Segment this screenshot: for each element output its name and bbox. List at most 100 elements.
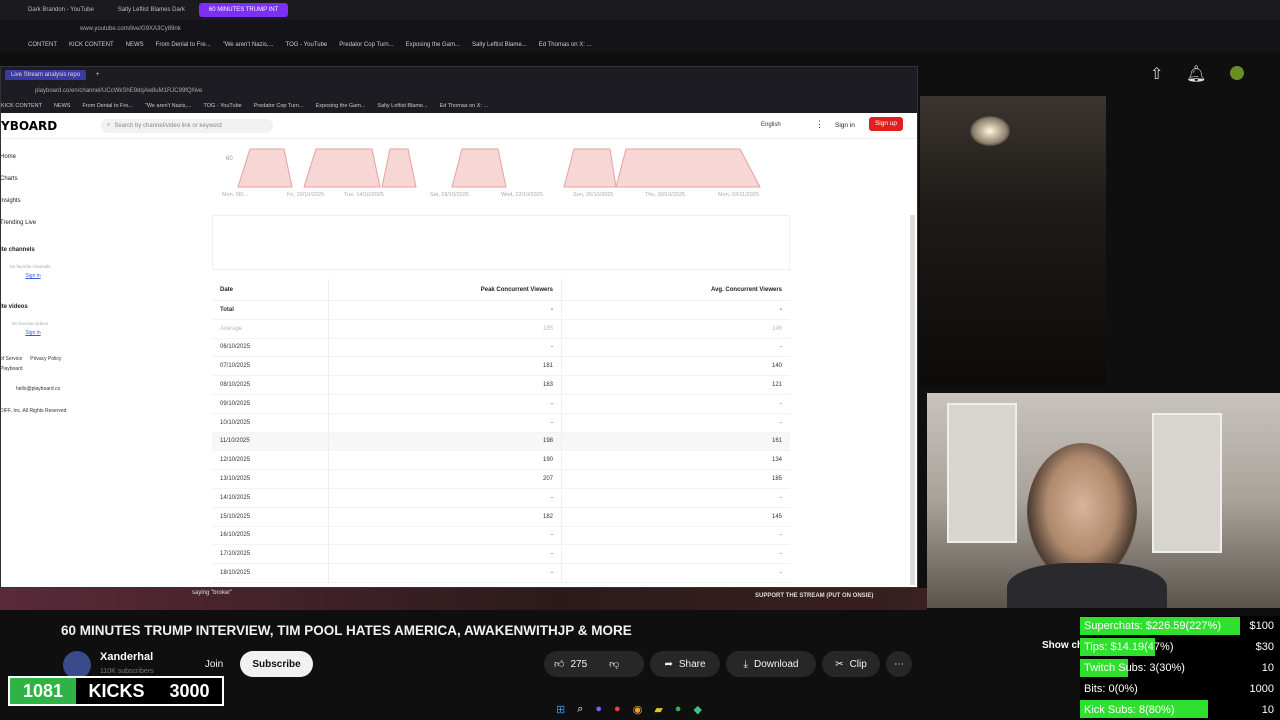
search-icon[interactable]: ⌕ — [577, 703, 583, 716]
row-peak: - — [329, 564, 562, 582]
bookmark[interactable]: Predator Cop Turn... — [339, 42, 393, 48]
more-actions-button[interactable]: ⋯ — [886, 651, 912, 677]
clip-button[interactable]: ✂ Clip — [822, 651, 880, 677]
inner-scrollbar[interactable] — [910, 215, 915, 585]
area-segment — [303, 148, 381, 188]
language-selector[interactable]: English — [761, 122, 781, 128]
x-tick: Mon, 03/11/2025 — [718, 192, 759, 198]
inner-url-bar[interactable]: playboard.co/en/channel/UCcWkShE9dqAw8uM… — [1, 83, 917, 99]
avatar[interactable] — [1230, 66, 1244, 80]
sidebar-item-charts[interactable]: Charts — [0, 168, 95, 190]
obs-icon[interactable]: ● — [614, 703, 621, 715]
goal-row: Superchats: $226.59(227%) $100 — [1080, 616, 1280, 637]
folder-icon[interactable]: ▰ — [654, 703, 662, 716]
row-date: 10/10/2025 — [212, 413, 329, 432]
row-peak: - — [329, 413, 562, 432]
search-input[interactable]: ⌕ Search by channel/video link or keywor… — [101, 118, 273, 133]
bookmark[interactable]: TOG - YouTube — [286, 42, 328, 48]
outer-tab-1[interactable]: Dark Brandon - YouTube — [18, 3, 104, 17]
table-row: 12/10/2025 190 134 — [212, 451, 790, 471]
column-header-avg[interactable]: Avg. Concurrent Viewers — [562, 279, 790, 300]
goal-target: $30 — [1255, 641, 1274, 654]
privacy-link[interactable]: Privacy Policy — [30, 356, 61, 362]
row-date: 18/10/2025 — [212, 564, 329, 582]
chrome-icon[interactable]: ◉ — [633, 703, 643, 716]
join-button[interactable]: Join — [196, 651, 232, 677]
app-icon[interactable]: ◆ — [693, 703, 701, 716]
column-header-date[interactable]: Date — [212, 279, 329, 300]
thumbs-down-icon[interactable]: 👎︎ — [609, 658, 619, 670]
like-button[interactable]: 👍︎ 275 👎︎ — [544, 651, 644, 677]
bookmark[interactable]: CONTENT — [28, 42, 57, 48]
windows-start-icon[interactable]: ⊞ — [556, 703, 565, 716]
subscribe-button[interactable]: Subscribe — [240, 651, 313, 677]
table-row-total: Total - - — [212, 301, 790, 320]
more-menu-icon[interactable]: ⋮ — [815, 119, 824, 130]
bookmark[interactable]: KICK CONTENT — [1, 103, 42, 109]
row-avg: 185 — [771, 476, 782, 483]
video-caption: saying "broker" — [192, 590, 233, 596]
kicks-count: 1081 — [10, 678, 76, 704]
discord-icon[interactable]: ● — [595, 703, 602, 715]
bookmark[interactable]: From Denial to Fre... — [156, 42, 211, 48]
row-avg: - — [780, 400, 782, 407]
bookmark[interactable]: Ed Thomas on X: ... — [539, 42, 592, 48]
favorite-channels-heading: ite channels — [0, 247, 35, 253]
column-header-peak[interactable]: Peak Concurrent Viewers — [329, 279, 562, 300]
bookmark[interactable]: "We aren't Nazis,... — [223, 42, 274, 48]
sidebar-item-insights[interactable]: Insights — [0, 190, 95, 212]
sign-up-button[interactable]: Sign up — [869, 117, 903, 131]
inner-tab[interactable]: Live Stream analysis repo — [5, 70, 87, 80]
sidebar-sign-in-link[interactable]: Sign in — [0, 273, 66, 279]
sidebar-item-trending-live[interactable]: Trending Live — [0, 212, 95, 234]
outer-tab-3[interactable]: 60 MINUTES TRUMP INT — [198, 3, 289, 17]
terms-link[interactable]: of Service — [0, 356, 22, 362]
channel-name[interactable]: Xanderhal — [100, 651, 153, 663]
download-button[interactable]: ⤓ Download — [726, 651, 816, 677]
upload-icon[interactable]: ⇧ — [1150, 64, 1163, 84]
email-link[interactable]: hello@playboard.co — [0, 386, 95, 392]
bookmark[interactable]: "We aren't Nazis,... — [145, 103, 192, 109]
goal-text: Twitch Subs: 3(30%) — [1080, 662, 1230, 674]
total-avg: - — [780, 306, 782, 313]
bookmark[interactable]: NEWS — [54, 103, 71, 109]
bookmark[interactable]: Exposing the Gam... — [406, 42, 460, 48]
footer-links: of Service Privacy Policy — [0, 356, 95, 362]
share-icon: ➦ — [664, 658, 673, 670]
bookmark[interactable]: NEWS — [126, 42, 144, 48]
share-button[interactable]: ➦ Share — [650, 651, 720, 677]
spotify-icon[interactable]: ● — [675, 703, 682, 715]
show-chat-button[interactable]: Show ch — [1042, 640, 1083, 651]
site-logo[interactable]: YBOARD — [1, 119, 101, 133]
outer-url-bar[interactable]: www.youtube.com/live/G9XA3Cy89nk — [0, 20, 1280, 38]
goal-row: Bits: 0(0%) 1000 — [1080, 678, 1280, 699]
row-peak: - — [329, 488, 562, 507]
bookmark[interactable]: TOG - YouTube — [204, 103, 242, 109]
area-segment — [563, 148, 617, 188]
playboard-link[interactable]: Playboard — [0, 366, 95, 372]
goal-label: Kick Subs: — [1084, 703, 1136, 716]
bookmark[interactable]: Salty Leftist Blame... — [377, 103, 427, 109]
sidebar-sign-in-link-2[interactable]: Sign in — [0, 330, 66, 336]
row-date: 16/10/2025 — [212, 526, 329, 545]
bookmark[interactable]: Exposing the Gam... — [316, 103, 366, 109]
bookmark[interactable]: From Denial to Fre... — [82, 103, 132, 109]
bookmark[interactable]: Salty Leftist Blame... — [472, 42, 527, 48]
new-tab-icon[interactable]: + — [96, 72, 100, 78]
support-banner: SUPPORT THE STREAM (PUT ON ONSIE) — [755, 593, 874, 599]
bell-icon[interactable]: 🔔︎ — [1186, 64, 1206, 84]
bookmark[interactable]: KICK CONTENT — [69, 42, 114, 48]
goal-row: Kick Subs: 8(80%) 10 — [1080, 699, 1280, 720]
outer-tab-2[interactable]: Salty Leftist Blames Dark — [108, 3, 195, 17]
channel-avatar[interactable] — [63, 651, 91, 679]
row-avg: - — [780, 419, 782, 426]
bookmark[interactable]: Predator Cop Turn... — [254, 103, 304, 109]
no-favorite-channels: No favorite channels — [9, 264, 51, 269]
table-row: 18/10/2025- - — [212, 564, 790, 583]
sign-in-link[interactable]: Sign in — [835, 122, 855, 129]
bookmark[interactable]: Ed Thomas on X: ... — [440, 103, 489, 109]
sidebar-item-home[interactable]: Home — [0, 146, 95, 168]
goal-text: Tips: $14.19(47%) — [1080, 641, 1230, 653]
total-label: Total — [212, 301, 329, 319]
ceiling-light-image — [970, 116, 1010, 146]
